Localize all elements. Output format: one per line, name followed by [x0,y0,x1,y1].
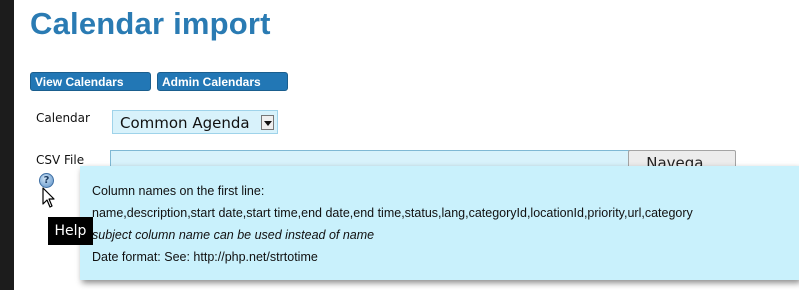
help-question-icon[interactable]: ? [39,173,54,188]
help-line-3: subject column name can be used instead … [92,228,375,242]
admin-calendars-button[interactable]: Admin Calendars [157,72,288,91]
view-calendars-button[interactable]: View Calendars [30,72,151,91]
help-line-2: name,description,start date,start time,e… [92,206,693,220]
help-panel: Column names on the first line: name,des… [80,166,799,280]
page-title: Calendar import [30,6,271,41]
page: Calendar import View Calendars Admin Cal… [14,0,799,290]
calendar-select[interactable]: Common Agenda [112,110,278,134]
csv-file-label: CSV File [36,153,85,167]
help-line-1: Column names on the first line: [92,184,265,198]
help-tooltip: Help [48,217,93,245]
help-line-4: Date format: See: http://php.net/strtoti… [92,250,318,264]
calendar-label: Calendar [36,111,90,125]
mouse-pointer-icon [42,187,55,208]
calendar-select-value: Common Agenda [120,114,250,132]
chevron-down-icon[interactable] [261,115,274,130]
